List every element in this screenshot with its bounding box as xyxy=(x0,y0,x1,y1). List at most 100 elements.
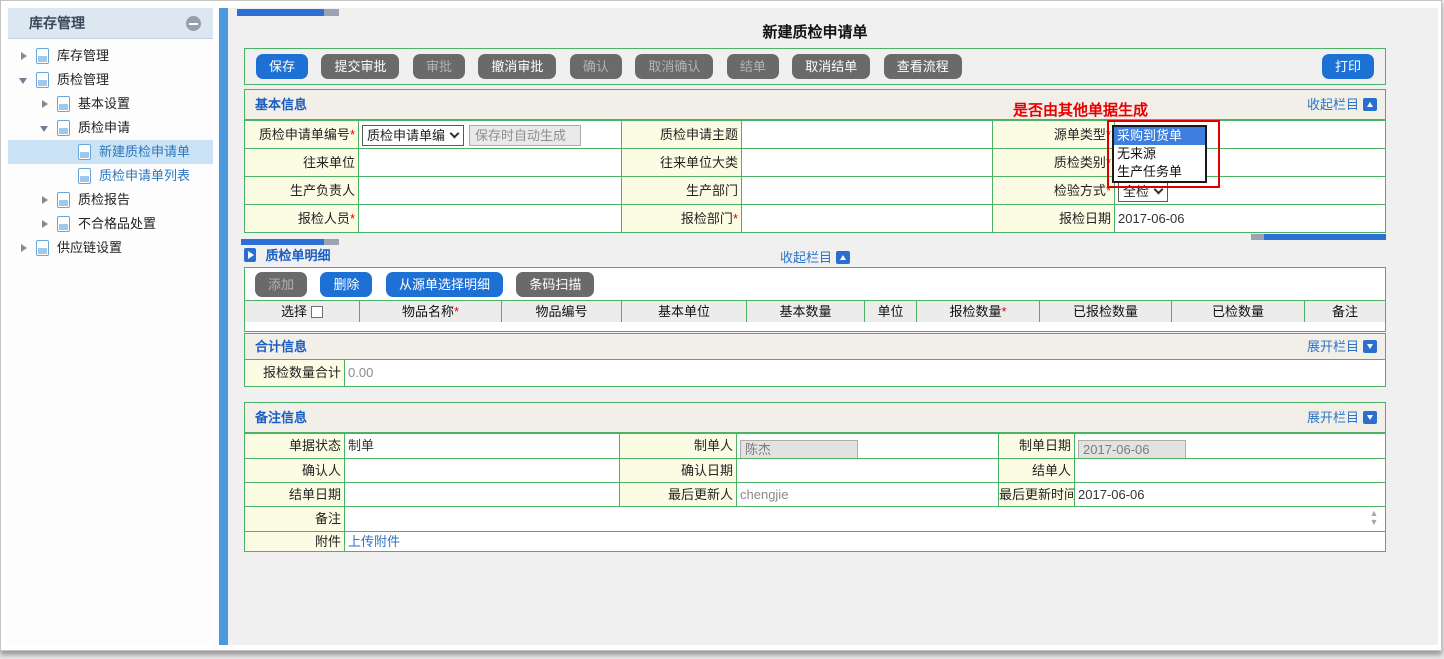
subject-value[interactable] xyxy=(742,121,993,148)
collapse-up-icon[interactable] xyxy=(836,251,850,264)
applicant-value[interactable] xyxy=(359,205,622,232)
sidebar-item-supply-chain-settings[interactable]: 供应链设置 xyxy=(8,236,213,260)
collapse-detail-link[interactable]: 收起栏目 xyxy=(780,247,850,266)
view-flow-button[interactable]: 查看流程 xyxy=(884,54,962,79)
sidebar-item-label: 不合格品处置 xyxy=(78,212,156,236)
qc-cat-label: 质检类别* xyxy=(993,149,1115,176)
attachment-label: 附件 xyxy=(245,532,345,551)
bill-no-rule-select[interactable]: 质检申请单编 xyxy=(362,125,464,146)
sidebar-item-label: 基本设置 xyxy=(78,92,130,116)
upload-attachment-link[interactable]: 上传附件 xyxy=(348,534,400,549)
note-value[interactable]: ▲▼ xyxy=(345,507,1385,531)
partner-value[interactable] xyxy=(359,149,622,176)
chevron-down-icon[interactable] xyxy=(19,78,27,84)
sidebar-item-basic-settings[interactable]: 基本设置 xyxy=(8,92,213,116)
app-window: 库存管理 库存管理 质检管理 基本设置 质检申请 xyxy=(0,0,1442,651)
remark-row: 附件 上传附件 xyxy=(245,531,1385,551)
basic-horizontal-scrollbar[interactable] xyxy=(1251,234,1386,240)
dropdown-option[interactable]: 无来源 xyxy=(1114,145,1205,163)
apply-dept-value[interactable] xyxy=(742,205,993,232)
document-icon xyxy=(36,72,49,88)
approve-button[interactable]: 审批 xyxy=(413,54,465,79)
basic-info-title: 基本信息 xyxy=(255,97,307,112)
select-all-checkbox[interactable] xyxy=(311,306,323,318)
column-base-qty: 基本数量 xyxy=(747,301,865,322)
sidebar-item-label: 质检申请 xyxy=(78,116,130,140)
expand-down-icon[interactable] xyxy=(1363,340,1377,353)
prod-dept-value[interactable] xyxy=(742,177,993,204)
sidebar-item-inventory[interactable]: 库存管理 xyxy=(8,44,213,68)
sidebar-item-defective-disposal[interactable]: 不合格品处置 xyxy=(8,212,213,236)
note-label: 备注 xyxy=(245,507,345,531)
dropdown-option[interactable]: 采购到货单 xyxy=(1114,127,1205,145)
top-horizontal-scrollbar[interactable] xyxy=(237,9,339,16)
chevron-right-icon[interactable] xyxy=(21,244,27,252)
attachment-value: 上传附件 xyxy=(345,532,1385,551)
detail-section: 添加 删除 从源单选择明细 条码扫描 选择 物品名称* 物品编号 基本单位 基本… xyxy=(244,267,1386,332)
page-title: 新建质检申请单 xyxy=(244,21,1386,42)
chevron-right-icon[interactable] xyxy=(21,52,27,60)
remark-row: 结单日期 最后更新人 chengjie 最后更新时间 2017-06-06 xyxy=(245,482,1385,506)
save-button[interactable]: 保存 xyxy=(256,54,308,79)
remark-title: 备注信息 xyxy=(255,410,307,425)
total-title: 合计信息 xyxy=(255,339,307,354)
barcode-scan-button[interactable]: 条码扫描 xyxy=(516,272,594,297)
panel-splitter[interactable] xyxy=(219,8,228,645)
sidebar-item-label: 供应链设置 xyxy=(57,236,122,260)
dropdown-option[interactable]: 生产任务单 xyxy=(1114,163,1205,181)
bill-no-label: 质检申请单编号* xyxy=(245,121,359,148)
bill-no-input[interactable]: 保存时自动生成 xyxy=(469,125,581,146)
expand-down-icon[interactable] xyxy=(1363,411,1377,424)
close-bill-button[interactable]: 结单 xyxy=(727,54,779,79)
column-remark: 备注 xyxy=(1305,301,1385,322)
submit-approval-button[interactable]: 提交审批 xyxy=(321,54,399,79)
chevron-down-icon[interactable] xyxy=(40,126,48,132)
add-row-button[interactable]: 添加 xyxy=(255,272,307,297)
update-time-label: 最后更新时间 xyxy=(999,483,1075,506)
select-from-source-button[interactable]: 从源单选择明细 xyxy=(386,272,503,297)
section-arrow-icon[interactable] xyxy=(244,248,256,262)
sidebar-item-new-qc-apply[interactable]: 新建质检申请单 xyxy=(8,140,213,164)
sidebar-item-qc-management[interactable]: 质检管理 xyxy=(8,68,213,92)
chevron-down-icon xyxy=(450,129,460,139)
sidebar-item-label: 质检报告 xyxy=(78,188,130,212)
update-time-value: 2017-06-06 xyxy=(1075,483,1385,506)
bill-no-rule-value: 质检申请单编 xyxy=(367,128,445,143)
cancel-confirm-button[interactable]: 取消确认 xyxy=(635,54,713,79)
document-icon xyxy=(36,48,49,64)
sidebar-item-qc-apply-list[interactable]: 质检申请单列表 xyxy=(8,164,213,188)
inspect-mode-label: 检验方式* xyxy=(993,177,1115,204)
confirm-date-value xyxy=(737,459,999,482)
cancel-close-button[interactable]: 取消结单 xyxy=(792,54,870,79)
maker-value: 陈杰 xyxy=(737,434,999,458)
sidebar-item-qc-apply[interactable]: 质检申请 xyxy=(8,116,213,140)
remark-section: 备注信息 展开栏目 单据状态 制单 制单人 陈杰 制单日期 2017-06-06… xyxy=(244,402,1386,552)
delete-row-button[interactable]: 删除 xyxy=(320,272,372,297)
source-type-dropdown: 采购到货单 无来源 生产任务单 xyxy=(1112,125,1207,183)
remark-row: 单据状态 制单 制单人 陈杰 制单日期 2017-06-06 xyxy=(245,433,1385,458)
minus-circle-icon[interactable] xyxy=(186,16,201,31)
basic-info-header: 基本信息 是否由其他单据生成 收起栏目 xyxy=(245,90,1385,120)
detail-toolbar: 添加 删除 从源单选择明细 条码扫描 xyxy=(245,268,1385,300)
confirmer-label: 确认人 xyxy=(245,459,345,482)
textarea-scroll-arrows[interactable]: ▲▼ xyxy=(1368,509,1380,527)
collapse-section-link[interactable]: 收起栏目 xyxy=(1307,90,1377,120)
expand-total-link[interactable]: 展开栏目 xyxy=(1307,334,1377,360)
cancel-approval-button[interactable]: 撤消审批 xyxy=(478,54,556,79)
make-date-box: 2017-06-06 xyxy=(1078,440,1186,458)
chevron-right-icon[interactable] xyxy=(42,220,48,228)
detail-grid-header: 选择 物品名称* 物品编号 基本单位 基本数量 单位 报检数量* 已报检数量 已… xyxy=(245,300,1385,322)
apply-date-value[interactable]: 2017-06-06 xyxy=(1115,205,1385,232)
column-base-unit: 基本单位 xyxy=(622,301,747,322)
partner-cat-value[interactable] xyxy=(742,149,993,176)
collapse-up-icon[interactable] xyxy=(1363,98,1377,111)
expand-remark-link[interactable]: 展开栏目 xyxy=(1307,403,1377,433)
prod-owner-value[interactable] xyxy=(359,177,622,204)
confirm-button[interactable]: 确认 xyxy=(570,54,622,79)
print-button[interactable]: 打印 xyxy=(1322,54,1374,79)
chevron-right-icon[interactable] xyxy=(42,100,48,108)
sidebar-item-qc-report[interactable]: 质检报告 xyxy=(8,188,213,212)
chevron-right-icon[interactable] xyxy=(42,196,48,204)
column-apply-qty: 报检数量* xyxy=(917,301,1040,322)
confirmer-value xyxy=(345,459,620,482)
